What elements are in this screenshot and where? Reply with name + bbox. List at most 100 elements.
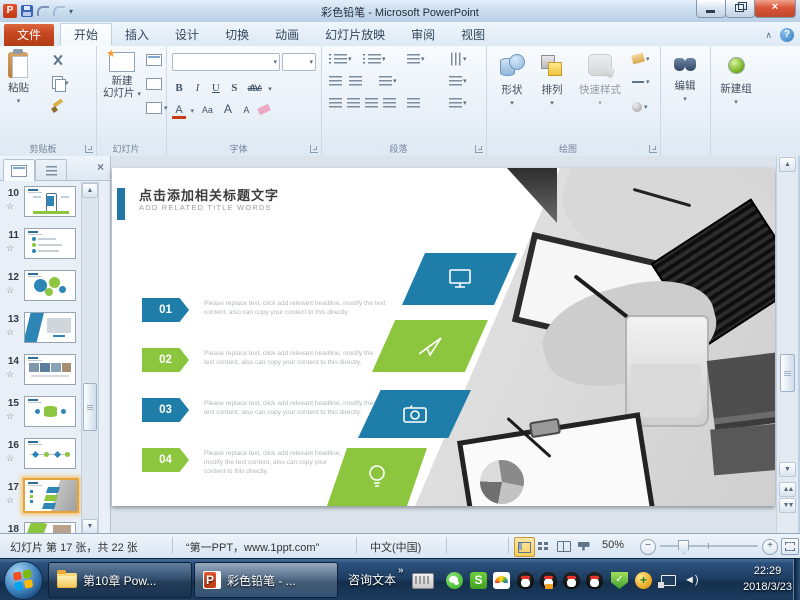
scroll-down-icon[interactable]: ▼ (779, 462, 796, 477)
shape-effects-button[interactable]: ▾ (632, 102, 648, 112)
item-01-badge[interactable]: 01 (142, 298, 189, 322)
language-bar-keyboard-icon[interactable] (412, 573, 434, 589)
tab-outline-pane[interactable] (35, 159, 67, 181)
cut-button[interactable] (52, 54, 64, 66)
font-name-combo[interactable]: ▾ (172, 53, 280, 71)
qq-tray-icon-1[interactable] (517, 572, 534, 589)
taskbar-item-powerpoint[interactable]: 彩色铅笔 - ... (194, 562, 338, 598)
next-slide-button[interactable]: ▼▼ (779, 498, 796, 513)
decrease-indent-button[interactable] (329, 76, 342, 86)
zoom-in-button[interactable]: + (762, 539, 778, 555)
slide-16-thumbnail[interactable] (24, 438, 76, 469)
slide-14-thumbnail[interactable] (24, 354, 76, 385)
qq-tray-icon-2[interactable] (540, 572, 557, 589)
shape-outline-button[interactable]: ▾ (632, 78, 650, 86)
copy-button[interactable]: ▾ (52, 76, 69, 89)
taskbar-toolbar[interactable]: 咨询文本 (348, 571, 396, 588)
sidebar-scroll-up-icon[interactable]: ▲ (82, 183, 98, 198)
slide-18-thumbnail[interactable] (24, 522, 76, 533)
smartart-button[interactable]: ▾ (449, 98, 467, 108)
fit-to-window-button[interactable] (781, 538, 799, 555)
sidebar-scrollbar-thumb[interactable] (83, 383, 97, 431)
collapse-ribbon-icon[interactable]: ∧ (765, 30, 772, 41)
shapes-button[interactable]: 形状▾ (494, 54, 530, 110)
browser-tray-icon[interactable] (493, 572, 510, 589)
quick-styles-button[interactable]: 快速样式▾ (574, 54, 626, 110)
distribute-button[interactable] (407, 98, 420, 108)
slideshow-button[interactable] (574, 537, 593, 555)
align-center-button[interactable] (347, 98, 360, 108)
animation-star-icon[interactable]: ☆ (6, 495, 14, 506)
tab-home[interactable]: 开始 (60, 23, 112, 46)
scroll-up-icon[interactable]: ▲ (779, 157, 796, 172)
change-case-button[interactable]: Aa (198, 105, 216, 115)
underline-button[interactable]: U (209, 82, 223, 94)
language-indicator[interactable]: 中文(中国) (370, 539, 421, 555)
tab-slideshow[interactable]: 幻灯片放映 (312, 24, 398, 46)
tab-slides-pane[interactable] (3, 159, 35, 181)
volume-tray-icon[interactable]: ◄) (684, 572, 701, 589)
slide-17-thumbnail-selected[interactable] (23, 478, 79, 513)
italic-button[interactable]: I (190, 82, 204, 94)
normal-view-button[interactable] (514, 537, 535, 557)
antivirus-ball-tray-icon[interactable]: + (635, 572, 652, 589)
tab-transitions[interactable]: 切换 (212, 24, 262, 46)
justify-button[interactable] (383, 98, 396, 108)
scrollbar-thumb[interactable] (780, 354, 795, 392)
paragraph-dialog-launcher-icon[interactable] (475, 145, 483, 153)
close-button[interactable]: × (754, 0, 796, 18)
previous-slide-button[interactable]: ▲▲ (779, 482, 796, 497)
tab-insert[interactable]: 插入 (112, 24, 162, 46)
close-pane-icon[interactable]: × (97, 160, 104, 174)
item-03-text[interactable]: Please replace text, click add relevant … (204, 399, 376, 417)
vertical-scrollbar[interactable]: ▲ ▼ ▲▲ ▼▼ (776, 156, 798, 533)
slide-10-thumbnail[interactable] (24, 186, 76, 217)
item-03-badge[interactable]: 03 (142, 398, 189, 422)
item-02-badge[interactable]: 02 (142, 348, 189, 372)
reset-button[interactable] (146, 78, 162, 90)
animation-star-icon[interactable]: ☆ (6, 327, 14, 338)
animation-star-icon[interactable]: ☆ (6, 369, 14, 380)
slide-subtitle[interactable]: ADD RELATED TITLE WORDS (139, 203, 272, 212)
zoom-out-button[interactable]: − (640, 539, 656, 555)
help-icon[interactable]: ? (780, 28, 794, 42)
minimize-button[interactable] (696, 0, 726, 18)
sidebar-scrollbar[interactable]: ▲ ▼ (81, 182, 99, 535)
item-04-text[interactable]: Please replace text, click add relevant … (204, 449, 344, 476)
font-size-combo[interactable]: ▾ (282, 53, 316, 71)
shrink-font-button[interactable]: A (239, 105, 253, 115)
toolbar-overflow-icon[interactable]: » (398, 565, 404, 576)
clear-formatting-icon[interactable] (257, 104, 271, 115)
item-04-badge[interactable]: 04 (142, 448, 189, 472)
font-dialog-launcher-icon[interactable] (310, 145, 318, 153)
layout-button[interactable] (146, 54, 162, 66)
sidebar-scroll-down-icon[interactable]: ▼ (82, 519, 98, 534)
start-button[interactable] (4, 561, 43, 600)
qq-tray-icon-4[interactable] (586, 572, 603, 589)
zoom-slider-track[interactable] (660, 545, 758, 547)
align-left-button[interactable] (329, 98, 342, 108)
paste-button[interactable]: 粘贴 ▾ (8, 52, 29, 108)
tab-file[interactable]: 文件 (4, 24, 54, 46)
zoom-percent[interactable]: 50% (602, 539, 624, 551)
restore-button[interactable] (725, 0, 755, 18)
reading-view-button[interactable] (554, 537, 573, 555)
new-group-button[interactable]: 新建组▾ (714, 57, 758, 109)
drawing-dialog-launcher-icon[interactable] (649, 145, 657, 153)
slide-13-thumbnail[interactable] (24, 312, 76, 343)
security-shield-tray-icon[interactable]: ✓ (611, 572, 628, 589)
tab-animations[interactable]: 动画 (262, 24, 312, 46)
slide-canvas[interactable]: 点击添加相关标题文字 ADD RELATED TITLE WORDS 01 Pl… (112, 168, 775, 506)
text-direction-button[interactable]: ▾ (449, 54, 467, 64)
new-slide-button[interactable]: ★ 新建 幻灯片 ▾ (100, 52, 144, 101)
animation-star-icon[interactable]: ☆ (6, 201, 14, 212)
slide-11-thumbnail[interactable] (24, 228, 76, 259)
network-tray-icon[interactable] (661, 575, 676, 586)
editing-button[interactable]: 编辑▾ (665, 56, 705, 106)
columns-button[interactable]: ▾ (379, 76, 397, 86)
taskbar-item-folder[interactable]: 第10章 Pow... (48, 562, 192, 598)
strikethrough-button[interactable]: abc (246, 83, 264, 93)
text-shadow-button[interactable]: S (227, 82, 241, 94)
animation-star-icon[interactable]: ☆ (6, 285, 14, 296)
arrange-button[interactable]: 排列▾ (534, 54, 570, 110)
